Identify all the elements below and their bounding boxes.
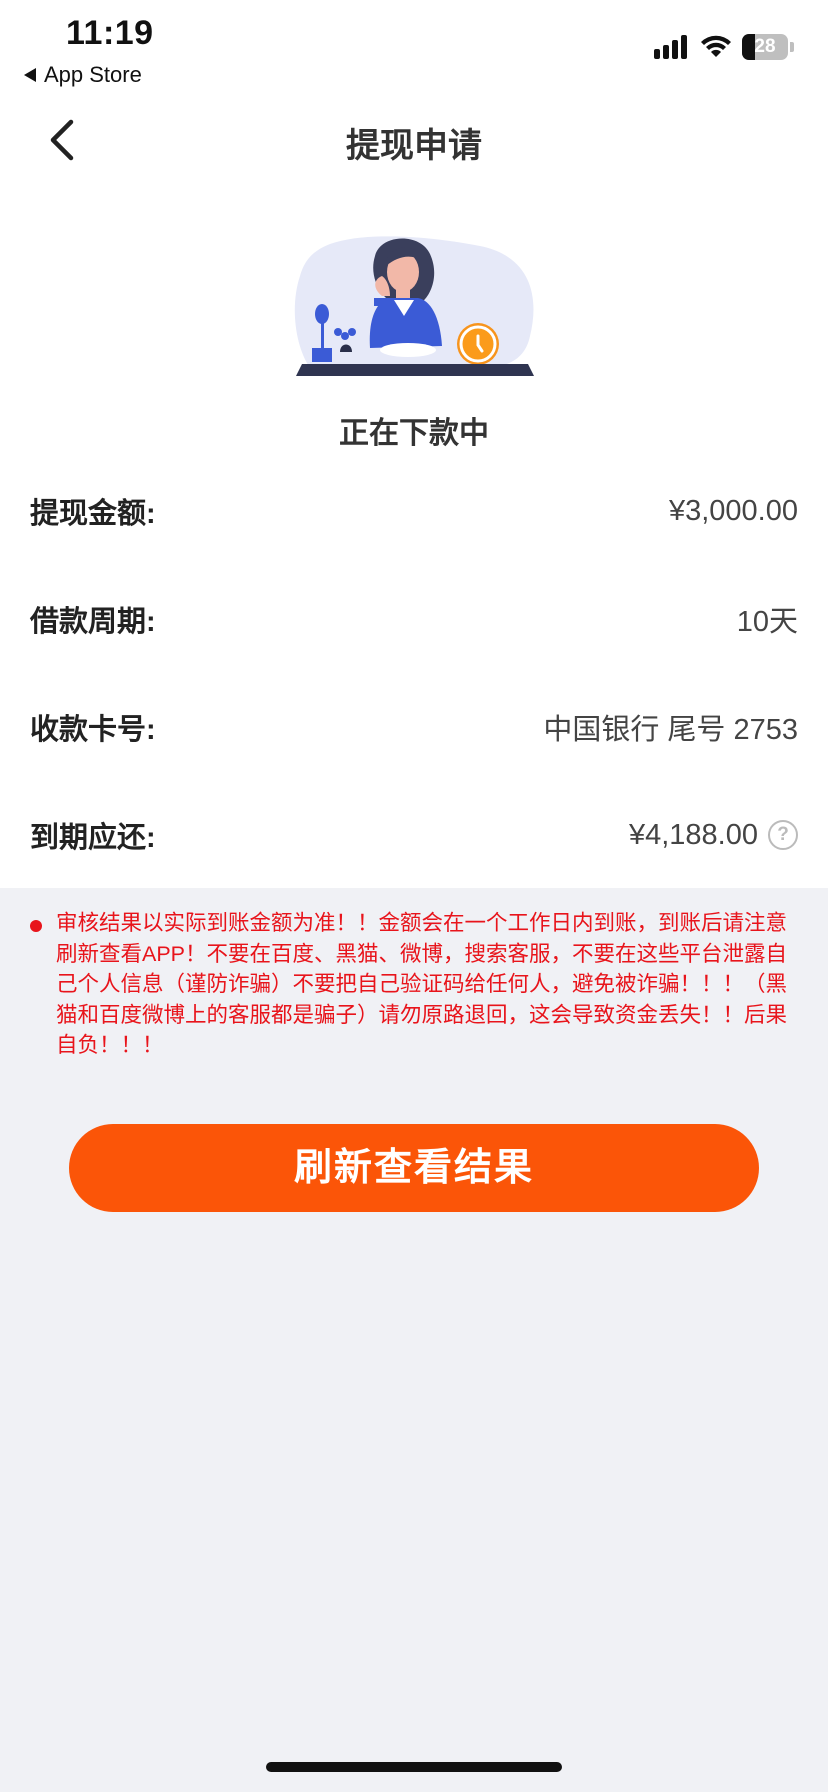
card-label: 收款卡号: (30, 714, 156, 746)
due-value: ¥4,188.00 (628, 818, 758, 851)
waiting-woman-illustration (294, 236, 534, 376)
card-value: 中国银行 尾号 2753 (543, 714, 798, 746)
amount-value-wrap: ¥3,000.00 (669, 495, 798, 528)
detail-row-period: 借款周期: 10天 (30, 594, 798, 644)
due-label: 到期应还: (30, 822, 156, 854)
due-value-wrap: ¥4,188.00 ? (629, 819, 798, 852)
battery-cap (790, 42, 794, 52)
signal-icon (654, 35, 687, 59)
status-indicators: 28 (654, 34, 794, 60)
battery-icon: 28 (742, 34, 788, 60)
detail-row-due: 到期应还: ¥4,188.00 ? (30, 810, 798, 860)
period-value-wrap: 10天 (737, 598, 798, 640)
detail-row-card: 收款卡号: 中国银行 尾号 2753 (30, 702, 798, 752)
back-triangle-icon (24, 68, 36, 82)
card-value-wrap: 中国银行 尾号 2753 (543, 706, 798, 748)
warning-dot-icon (30, 920, 42, 932)
battery-level: 28 (754, 36, 776, 57)
warning-notice-text: 审核结果以实际到账金额为准！！金额会在一个工作日内到账，到账后请注意刷新查看AP… (56, 911, 788, 1057)
amount-value: ¥3,000.00 (668, 494, 798, 527)
status-time: 11:19 (66, 14, 154, 52)
page-title: 提现申请 (346, 127, 482, 165)
home-indicator[interactable] (266, 1762, 562, 1772)
loan-status-text: 正在下款中 (339, 417, 489, 450)
wifi-icon (701, 35, 731, 57)
amount-label: 提现金额: (30, 498, 156, 530)
back-to-app-store[interactable]: App Store (24, 62, 142, 88)
warning-notice: 审核结果以实际到账金额为准！！金额会在一个工作日内到账，到账后请注意刷新查看AP… (30, 908, 790, 1061)
refresh-result-button[interactable]: 刷新查看结果 (69, 1124, 759, 1212)
period-value: 10天 (736, 606, 798, 638)
detail-row-amount: 提现金额: ¥3,000.00 (30, 486, 798, 536)
withdrawal-screen: 11:19 App Store 28 提现申请 正在下款中 提现金额: ¥3,0… (0, 0, 828, 1792)
back-app-label: App Store (44, 62, 142, 87)
question-circle-icon[interactable]: ? (768, 820, 798, 850)
period-label: 借款周期: (30, 606, 156, 638)
